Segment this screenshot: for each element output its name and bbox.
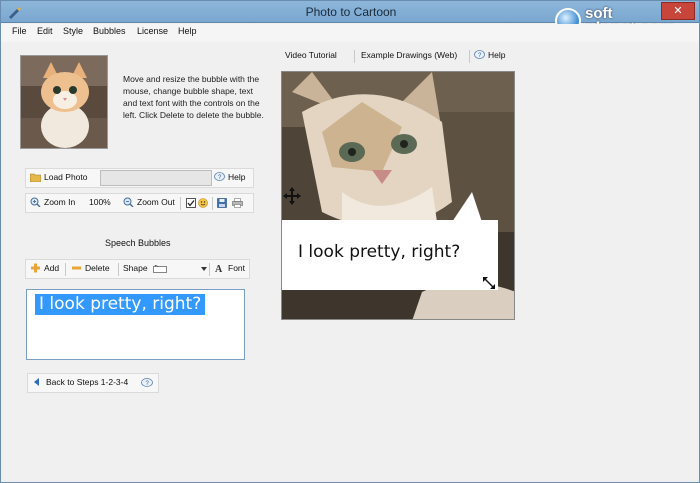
checkbox-icon[interactable] [186, 198, 196, 208]
bubble-toolbar: Add Delete Shape A Font [25, 259, 250, 279]
zoom-out-icon [123, 197, 134, 207]
menu-help[interactable]: Help [178, 26, 197, 36]
back-arrow-icon [34, 378, 39, 386]
move-icon[interactable] [283, 187, 301, 205]
shape-label: Shape [123, 263, 148, 273]
photo-help-label: Help [228, 172, 246, 182]
photo-help-button[interactable]: ? Help [214, 172, 245, 182]
save-icon[interactable] [217, 198, 227, 208]
toolbar-divider [180, 197, 181, 210]
app-window: Photo to Cartoon soft planet.com ✕ File … [0, 0, 700, 483]
example-drawings-link[interactable]: Example Drawings (Web) [361, 50, 457, 60]
chevron-down-icon [201, 267, 207, 271]
add-icon [31, 263, 40, 273]
delete-bubble-button[interactable]: Delete [71, 263, 110, 273]
speech-bubbles-heading: Speech Bubbles [105, 238, 171, 248]
font-button[interactable]: A Font [214, 263, 245, 273]
photo-path-field[interactable] [100, 170, 212, 186]
speech-bubble[interactable]: I look pretty, right? [282, 220, 498, 290]
back-label: Back to Steps 1-2-3-4 [46, 377, 129, 387]
zoom-in-button[interactable]: Zoom In [30, 197, 75, 207]
top-links-bar: Video Tutorial Example Drawings (Web) ? H… [281, 47, 517, 67]
zoom-in-icon [30, 197, 41, 207]
zoom-out-button[interactable]: Zoom Out [123, 197, 175, 207]
toolbar-divider [118, 263, 119, 276]
menu-bubbles[interactable]: Bubbles [93, 26, 126, 36]
toolbar-divider [469, 50, 470, 63]
smiley-icon[interactable] [198, 198, 208, 208]
toolbar-divider [354, 50, 355, 63]
left-panel: Move and resize the bubble with the mous… [1, 42, 269, 482]
top-help-label: Help [488, 50, 506, 60]
speech-bubble-text: I look pretty, right? [298, 242, 461, 262]
delete-label: Delete [85, 263, 110, 273]
zoom-out-label: Zoom Out [137, 197, 175, 207]
top-help-button[interactable]: ? Help [474, 50, 505, 60]
toolbar-divider [212, 197, 213, 210]
load-photo-button[interactable]: Load Photo [30, 172, 87, 182]
right-panel: Video Tutorial Example Drawings (Web) ? H… [281, 42, 699, 482]
back-toolbar: Back to Steps 1-2-3-4 ? [27, 373, 159, 393]
menu-file[interactable]: File [12, 26, 27, 36]
zoom-level: 100% [89, 197, 111, 207]
shape-select[interactable] [153, 262, 208, 276]
video-tutorial-link[interactable]: Video Tutorial [285, 50, 337, 60]
zoom-in-label: Zoom In [44, 197, 76, 207]
cartoon-canvas[interactable]: I look pretty, right? [281, 71, 515, 320]
font-label: Font [228, 263, 246, 273]
menu-edit[interactable]: Edit [37, 26, 53, 36]
load-photo-label: Load Photo [44, 172, 88, 182]
help-bubble-icon: ? [474, 50, 485, 59]
folder-icon [30, 173, 41, 182]
resize-icon[interactable] [482, 276, 496, 290]
help-bubble-icon: ? [214, 172, 225, 181]
add-bubble-button[interactable]: Add [30, 263, 59, 273]
menu-bar: File Edit Style Bubbles License Help [1, 24, 699, 42]
font-icon: A [215, 264, 223, 273]
toolbar-divider [209, 263, 210, 276]
bubble-text-input[interactable]: I look pretty, right? [26, 289, 245, 360]
bubble-shape-icon [153, 265, 167, 273]
delete-icon [72, 266, 81, 270]
close-button[interactable]: ✕ [661, 2, 695, 20]
toolbar-divider [65, 263, 66, 276]
back-to-steps-button[interactable]: Back to Steps 1-2-3-4 [32, 377, 128, 387]
menu-style[interactable]: Style [63, 26, 83, 36]
print-icon[interactable] [232, 198, 243, 208]
svg-text:A: A [215, 264, 223, 273]
help-bubble-icon[interactable]: ? [141, 378, 153, 388]
menu-license[interactable]: License [137, 26, 168, 36]
photo-thumbnail[interactable] [20, 55, 108, 149]
instructions-text: Move and resize the bubble with the mous… [123, 74, 264, 120]
add-label: Add [44, 263, 60, 273]
title-bar: Photo to Cartoon soft planet.com ✕ [1, 1, 699, 39]
zoom-toolbar: Zoom In 100% Zoom Out [25, 193, 254, 213]
selected-bubble-text: I look pretty, right? [35, 294, 206, 315]
